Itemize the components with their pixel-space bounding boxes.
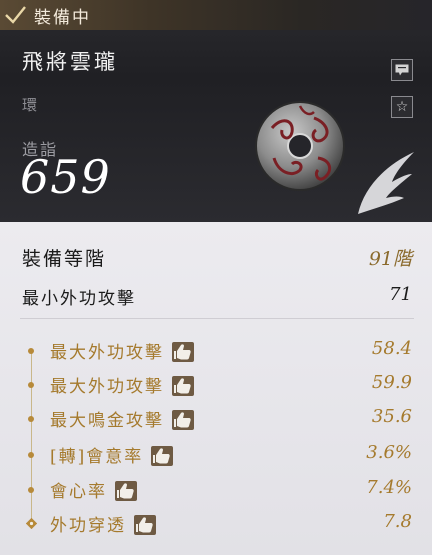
bonus-name: 最大外功攻擊: [50, 338, 194, 364]
bonus-name: 最大鳴金攻擊: [50, 406, 194, 432]
checkmark-icon: [5, 6, 26, 24]
item-name: 飛將雲瓏: [22, 50, 118, 74]
min-attack-row: 最小外功攻擊 71: [0, 222, 432, 309]
ring-icon: [255, 101, 345, 191]
bonus-row: [轉]會意率 3.6%: [0, 442, 432, 472]
mastery-value: 659: [20, 150, 111, 204]
bonus-value: 58.4: [371, 338, 412, 359]
bonus-name: 最大外功攻擊: [50, 372, 194, 398]
bonus-row: 會心率 7.4%: [0, 477, 432, 507]
thumbs-up-icon: [172, 375, 194, 396]
bonus-value: 7.4%: [366, 477, 412, 498]
bonus-name: [轉]會意率: [50, 442, 174, 468]
min-attack-label: 最小外功攻擊: [22, 289, 136, 309]
bullet-icon: [28, 452, 34, 458]
stats-panel: 裝備等階 91階 最小外功攻擊 71 最大外功攻擊 58.4 最大外功攻擊 59…: [0, 222, 432, 555]
bonus-name: 外功穿透: [50, 511, 156, 537]
bullet-icon: [28, 487, 34, 493]
min-attack-value: 71: [389, 284, 412, 305]
bonus-name: 會心率: [50, 477, 137, 503]
bullet-icon: [28, 348, 34, 354]
item-tooltip-card: 裝備中 飛將雲瓏 環 ☆ 造詣 659 裝備等階 91階 最小外功攻擊 71 最…: [0, 0, 432, 555]
thumbs-up-icon: [134, 514, 156, 535]
thumbs-up-icon: [115, 480, 137, 501]
bonus-row: 最大外功攻擊 59.9: [0, 372, 432, 402]
bullet-icon: [28, 416, 34, 422]
special-bullet-icon: [26, 518, 37, 529]
bullet-icon: [28, 382, 34, 388]
chat-icon[interactable]: [391, 59, 413, 81]
item-type: 環: [22, 96, 38, 114]
bonus-row: 外功穿透 7.8: [0, 511, 432, 541]
equipped-banner: 裝備中: [0, 0, 432, 30]
wing-icon: [358, 152, 414, 214]
bonus-value: 3.6%: [366, 442, 412, 463]
bonus-value: 59.9: [371, 372, 412, 393]
thumbs-up-icon: [151, 445, 174, 466]
thumbs-up-icon: [172, 341, 194, 362]
bonus-row: 最大鳴金攻擊 35.6: [0, 406, 432, 436]
item-header: 裝備中 飛將雲瓏 環 ☆ 造詣 659: [0, 0, 432, 222]
bonus-value: 7.8: [383, 511, 412, 532]
bonus-row: 最大外功攻擊 58.4: [0, 338, 432, 368]
star-icon[interactable]: ☆: [391, 96, 413, 118]
bonus-value: 35.6: [371, 406, 412, 427]
thumbs-up-icon: [172, 409, 194, 430]
equipped-status-label: 裝備中: [34, 8, 91, 28]
divider: [20, 318, 414, 319]
